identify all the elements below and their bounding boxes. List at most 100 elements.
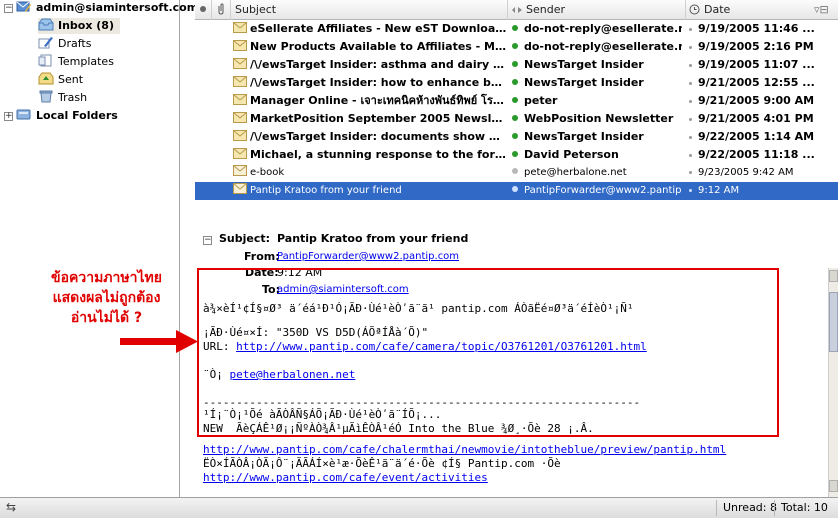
message-subject: MarketPosition September 2005 Newsletter xyxy=(233,110,507,128)
annotation-arrow-icon xyxy=(120,330,198,353)
date-text: 9:12 AM xyxy=(698,185,740,196)
envelope-icon xyxy=(233,76,247,87)
read-status-icon[interactable] xyxy=(512,79,518,85)
message-sender: David Peterson xyxy=(512,146,682,164)
sender-text: peter xyxy=(524,94,558,107)
junk-status-icon[interactable] xyxy=(689,189,692,192)
message-date: 9/21/2005 4:01 PM xyxy=(689,110,834,128)
date-column-label: Date xyxy=(704,3,731,16)
message-subject: /\/ewsTarget Insider: asthma and dairy p… xyxy=(233,56,507,74)
collapse-toggle[interactable]: − xyxy=(4,4,13,13)
thread-icon xyxy=(200,6,206,12)
scroll-thumb[interactable] xyxy=(829,292,838,352)
junk-status-icon[interactable] xyxy=(689,154,692,157)
folder-label: Trash xyxy=(58,91,88,104)
read-status-icon[interactable] xyxy=(512,186,518,192)
junk-status-icon[interactable] xyxy=(689,64,692,67)
message-date: 9/19/2005 2:16 PM xyxy=(689,38,834,56)
read-status-icon[interactable] xyxy=(512,151,518,157)
folder-inbox[interactable]: Inbox (8) xyxy=(38,18,120,34)
sender-column-header[interactable]: Sender xyxy=(508,0,686,20)
clock-icon xyxy=(689,4,700,15)
preview-url[interactable]: http://www.pantip.com/cafe/chalermthai/n… xyxy=(203,443,726,456)
thread-column[interactable] xyxy=(195,0,212,20)
expand-toggle[interactable]: + xyxy=(4,112,13,121)
local-folders-row[interactable]: Local Folders xyxy=(16,108,118,124)
folder-sent[interactable]: Sent xyxy=(38,72,83,88)
body-scrollbar[interactable] xyxy=(828,268,838,497)
folder-templates[interactable]: Templates xyxy=(38,54,114,70)
message-row[interactable]: e-book pete@herbalone.net 9/23/2005 9:42 A… xyxy=(195,164,838,182)
scroll-down-button[interactable] xyxy=(829,480,838,492)
annotation-line: ข้อความภาษาไทย xyxy=(51,270,162,286)
read-status-icon[interactable] xyxy=(512,25,518,31)
message-row[interactable]: /\/ewsTarget Insider: how to enhance bon… xyxy=(195,74,838,92)
read-status-icon[interactable] xyxy=(512,168,518,174)
message-date: 9/19/2005 11:46 ... xyxy=(689,20,834,38)
junk-status-icon[interactable] xyxy=(689,28,692,31)
read-status-icon[interactable] xyxy=(512,43,518,49)
junk-status-icon[interactable] xyxy=(689,46,692,49)
subject-text: /\/ewsTarget Insider: how to enhance bon… xyxy=(250,76,507,89)
read-status-icon[interactable] xyxy=(512,61,518,67)
column-picker-icon[interactable]: ▿⊟ xyxy=(814,0,829,20)
message-row[interactable]: /\/ewsTarget Insider: asthma and dairy p… xyxy=(195,56,838,74)
local-folders-label: Local Folders xyxy=(36,109,118,122)
message-row[interactable]: Michael, a stunning response to the foru… xyxy=(195,146,838,164)
from-link[interactable]: PantipForwarder@www2.pantip.com xyxy=(277,250,459,264)
subject-text: Pantip Kratoo from your friend xyxy=(250,185,402,196)
junk-status-icon[interactable] xyxy=(689,136,692,139)
body-text: ËÒ×ÍÃÒÂ¡ÒÃ¡Ô¨¡ÃÃÁÍ×è¹æ·ÕèÊ¹ã¨ä´é·Õè xyxy=(203,457,435,470)
message-row[interactable]: Pantip Kratoo from your friend PantipForw… xyxy=(195,182,838,200)
activities-url[interactable]: http://www.pantip.com/cafe/event/activit… xyxy=(203,471,488,484)
account-row[interactable]: admin@siamintersoft.com xyxy=(16,0,198,16)
message-row[interactable]: eSellerate Affiliates - New eST Download… xyxy=(195,20,838,38)
junk-status-icon[interactable] xyxy=(689,100,692,103)
scroll-up-button[interactable] xyxy=(829,270,838,282)
envelope-icon xyxy=(233,165,247,176)
sender-text: PantipForwarder@www2.pantip.com xyxy=(524,185,682,196)
envelope-icon xyxy=(233,94,247,105)
list-header: Subject Sender Date ▿⊟ xyxy=(195,0,838,20)
sender-text: NewsTarget Insider xyxy=(524,130,644,143)
envelope-icon xyxy=(233,183,247,194)
templates-icon xyxy=(38,54,52,67)
sender-sort-icon xyxy=(512,7,522,13)
message-date: 9/22/2005 1:14 AM xyxy=(689,128,834,146)
sent-icon xyxy=(38,72,54,85)
subject-text: e-book xyxy=(250,167,285,178)
junk-status-icon[interactable] xyxy=(689,118,692,121)
junk-status-icon[interactable] xyxy=(689,82,692,85)
header-collapse-toggle[interactable]: − xyxy=(203,236,212,245)
message-row[interactable]: New Products Available to Affiliates - M… xyxy=(195,38,838,56)
folder-drafts[interactable]: Drafts xyxy=(38,36,91,52)
subject-column-header[interactable]: Subject xyxy=(231,0,508,20)
local-folders-icon xyxy=(16,109,31,120)
message-row[interactable]: MarketPosition September 2005 Newsletter… xyxy=(195,110,838,128)
activities-link[interactable]: http://www.pantip.com/cafe/event/activit… xyxy=(203,471,488,485)
read-status-icon[interactable] xyxy=(512,97,518,103)
drafts-icon xyxy=(38,37,53,49)
folder-label: Sent xyxy=(58,73,84,86)
attachment-column[interactable] xyxy=(212,0,231,20)
subject-label: Subject: xyxy=(219,232,271,245)
read-status-icon[interactable] xyxy=(512,133,518,139)
message-row[interactable]: Manager Online - เจาะเทคนิคห้างพันธ์ทิพย… xyxy=(195,92,838,110)
folder-trash[interactable]: Trash xyxy=(38,90,87,106)
date-text: 9/19/2005 2:16 PM xyxy=(698,40,814,53)
message-sender: NewsTarget Insider xyxy=(512,128,682,146)
read-status-icon[interactable] xyxy=(512,115,518,121)
subject-text: Michael, a stunning response to the foru… xyxy=(250,148,507,161)
inbox-icon xyxy=(38,18,54,31)
message-date: 9/23/2005 9:42 AM xyxy=(689,164,834,182)
date-column-header[interactable]: Date ▿⊟ xyxy=(686,0,838,20)
message-row[interactable]: /\/ewsTarget Insider: documents show Mer… xyxy=(195,128,838,146)
message-list: Subject Sender Date ▿⊟ eSellerate Affili… xyxy=(195,0,838,222)
online-status-icon[interactable]: ⇆ xyxy=(6,500,16,514)
envelope-icon xyxy=(233,112,247,123)
date-text: 9/21/2005 12:55 ... xyxy=(698,76,815,89)
date-text: 9/22/2005 1:14 AM xyxy=(698,130,815,143)
junk-status-icon[interactable] xyxy=(689,171,692,174)
message-subject: Manager Online - เจาะเทคนิคห้างพันธ์ทิพย… xyxy=(233,92,507,110)
preview-link[interactable]: http://www.pantip.com/cafe/chalermthai/n… xyxy=(203,443,726,457)
